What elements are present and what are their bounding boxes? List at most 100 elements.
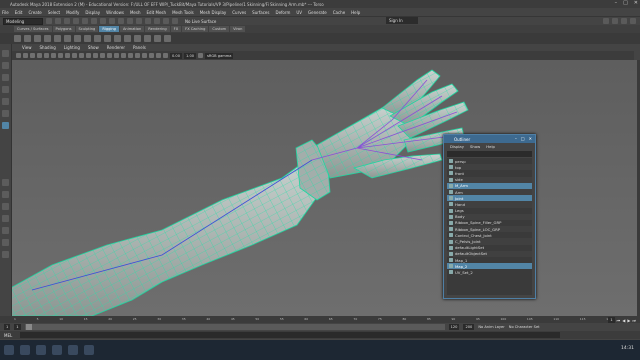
snap-grid-icon[interactable]	[118, 18, 124, 24]
go-to-start-icon[interactable]: ⏮	[617, 318, 621, 323]
start-icon[interactable]	[4, 345, 14, 355]
outliner-item[interactable]: UV_Set_2	[447, 269, 532, 275]
ambient-occlusion-icon[interactable]	[128, 53, 133, 58]
outliner-maximize-button[interactable]: □	[521, 136, 525, 141]
persp-graph-layout-icon[interactable]	[2, 215, 9, 222]
maya-icon[interactable]	[68, 345, 78, 355]
move-tool-icon[interactable]	[2, 86, 9, 93]
panel-menu-shading[interactable]: Shading	[40, 45, 56, 50]
textured-icon[interactable]	[107, 53, 112, 58]
xray-icon[interactable]	[156, 53, 161, 58]
menu-file[interactable]: File	[2, 10, 9, 15]
shelf-tab-viron[interactable]: Viron	[230, 26, 246, 32]
render-icon[interactable]	[154, 18, 160, 24]
snap-point-icon[interactable]	[136, 18, 142, 24]
aim-constraint-icon[interactable]	[134, 35, 141, 42]
shadows-icon[interactable]	[121, 53, 126, 58]
lasso-tool-icon[interactable]	[2, 62, 9, 69]
range-slider-handle[interactable]	[25, 324, 32, 330]
maximize-button[interactable]: □	[623, 0, 628, 8]
rotate-tool-icon[interactable]	[2, 98, 9, 105]
menu-uv[interactable]: UV	[296, 10, 302, 15]
outliner-menu-display[interactable]: Display	[450, 144, 464, 149]
command-language-label[interactable]: MEL	[4, 333, 16, 338]
snap-surface-icon[interactable]	[145, 18, 151, 24]
far-clip-field[interactable]: 1.00	[184, 52, 197, 59]
panel-menu-view[interactable]: View	[22, 45, 32, 50]
close-button[interactable]: ✕	[634, 0, 638, 8]
character-set-select[interactable]: No Character Set	[509, 325, 540, 329]
menu-deform[interactable]: Deform	[275, 10, 290, 15]
outliner-title-bar[interactable]: Outliner – □ ✕	[444, 135, 535, 143]
panel-menu-renderer[interactable]: Renderer	[107, 45, 125, 50]
color-space-field[interactable]: sRGB gamma	[205, 52, 234, 59]
channel-box-icon[interactable]	[630, 18, 636, 24]
parent-constraint-icon[interactable]	[114, 35, 121, 42]
app-icon[interactable]	[84, 345, 94, 355]
viewport-persp[interactable]	[12, 60, 638, 316]
paint-weights-icon[interactable]	[54, 35, 61, 42]
shelf-tab-custom[interactable]: Custom	[209, 26, 230, 32]
menu-mesh[interactable]: Mesh	[130, 10, 141, 15]
sign-in-button[interactable]: Sign In	[386, 17, 418, 24]
menu-mesh-display[interactable]: Mesh Display	[200, 10, 227, 15]
modeling-toolkit-icon[interactable]	[603, 18, 609, 24]
command-input[interactable]	[20, 332, 560, 338]
menu-windows[interactable]: Windows	[106, 10, 124, 15]
go-to-end-icon[interactable]: ⏭	[632, 318, 636, 323]
scale-tool-icon[interactable]	[2, 110, 9, 117]
use-lights-icon[interactable]	[114, 53, 119, 58]
menu-help[interactable]: Help	[351, 10, 360, 15]
resolution-gate-icon[interactable]	[58, 53, 63, 58]
panel-menu-lighting[interactable]: Lighting	[64, 45, 80, 50]
menu-surfaces[interactable]: Surfaces	[252, 10, 269, 15]
shelf-tab-rendering[interactable]: Rendering	[145, 26, 170, 32]
motion-blur-icon[interactable]	[135, 53, 140, 58]
outliner-menu-show[interactable]: Show	[470, 144, 480, 149]
open-scene-icon[interactable]	[55, 18, 61, 24]
range-slider[interactable]	[24, 324, 445, 330]
undo-icon[interactable]	[73, 18, 79, 24]
outliner-list[interactable]: persp top front side M_Arm Arm Joint Hand Legs Bo…	[447, 158, 532, 295]
tool-settings-icon[interactable]	[621, 18, 627, 24]
hik-icon[interactable]	[164, 35, 171, 42]
color-management-icon[interactable]	[198, 53, 204, 58]
shelf-tab-animation[interactable]: Animation	[119, 26, 145, 32]
persp-outliner-layout-icon[interactable]	[2, 227, 9, 234]
shelf-tab-curves-surfaces[interactable]: Curves / Surfaces	[14, 26, 52, 32]
ik-handle-icon[interactable]	[24, 35, 31, 42]
grid-icon[interactable]	[44, 53, 49, 58]
menu-modify[interactable]: Modify	[66, 10, 79, 15]
menu-cache[interactable]: Cache	[333, 10, 345, 15]
anti-alias-icon[interactable]	[142, 53, 147, 58]
minimize-button[interactable]: –	[615, 0, 618, 8]
xray-joints-icon[interactable]	[163, 53, 168, 58]
panel-menu-panels[interactable]: Panels	[133, 45, 146, 50]
play-icon[interactable]: ▶	[627, 318, 630, 323]
save-scene-icon[interactable]	[64, 18, 70, 24]
wireframe-on-shaded-icon[interactable]	[100, 53, 105, 58]
file-explorer-icon[interactable]	[36, 345, 46, 355]
smooth-shade-icon[interactable]	[93, 53, 98, 58]
single-view-layout-icon[interactable]	[2, 179, 9, 186]
redo-icon[interactable]	[82, 18, 88, 24]
shelf-tab-rigging[interactable]: Rigging	[99, 26, 119, 32]
menu-mesh-tools[interactable]: Mesh Tools	[172, 10, 194, 15]
outliner-minimize-button[interactable]: –	[515, 136, 517, 141]
orient-constraint-icon[interactable]	[104, 35, 111, 42]
camera-attributes-icon[interactable]	[23, 53, 28, 58]
isolate-select-icon[interactable]	[149, 53, 154, 58]
snap-curve-icon[interactable]	[127, 18, 133, 24]
range-end-field[interactable]: 120	[448, 324, 460, 330]
blend-shape-icon[interactable]	[84, 35, 91, 42]
panel-menu-show[interactable]: Show	[88, 45, 99, 50]
bookmark-icon[interactable]	[30, 53, 35, 58]
live-surface-label[interactable]: No Live Surface	[185, 19, 216, 24]
menu-select[interactable]: Select	[48, 10, 60, 15]
step-back-icon[interactable]: ◀	[622, 318, 625, 323]
side-by-side-layout-icon[interactable]	[2, 203, 9, 210]
bind-skin-icon[interactable]	[44, 35, 51, 42]
cluster-icon[interactable]	[64, 35, 71, 42]
create-joint-icon[interactable]	[14, 35, 21, 42]
select-tool-icon[interactable]	[2, 50, 9, 57]
